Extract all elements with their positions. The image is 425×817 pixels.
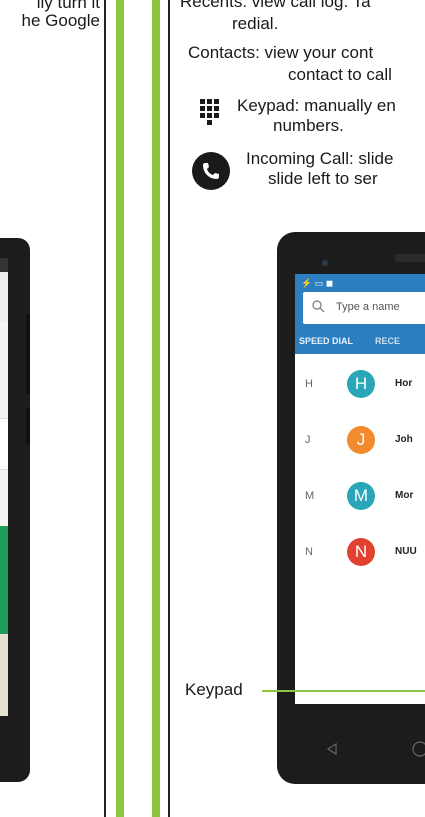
avatar: N (347, 538, 375, 566)
keypad-line2: numbers. (273, 116, 344, 135)
home-nav-icon[interactable] (411, 740, 425, 758)
section-letter: N (305, 546, 313, 558)
recents-line2: redial. (232, 14, 279, 33)
status-icons: ⚡ ▭ ◼ (301, 278, 334, 288)
contact-row-n[interactable]: N N NUU (295, 534, 425, 570)
avatar: H (347, 370, 375, 398)
left-phone-screen: 30 (0, 258, 8, 716)
contact-name: NUU (395, 546, 417, 557)
phone-handset-icon (192, 152, 230, 190)
keypad-callout-label: Keypad (185, 680, 243, 699)
section-letter: H (305, 378, 313, 390)
section-letter: J (305, 434, 311, 446)
green-divider-left (116, 0, 124, 817)
left-column: ily turn it he Google 30 (0, 0, 106, 817)
keypad-callout-line (262, 690, 425, 692)
keypad-line1: Keypad: manually en (237, 96, 396, 115)
dialer-header: ⚡ ▭ ◼ Type a name SPEED DIAL RECE (295, 274, 425, 354)
search-placeholder: Type a name (336, 301, 400, 313)
section-letter: M (305, 490, 315, 502)
search-icon (311, 299, 325, 313)
dialer-phone-image: ⚡ ▭ ◼ Type a name SPEED DIAL RECE H H Ho… (277, 232, 425, 784)
contact-name: Joh (395, 434, 413, 445)
recents-line1: Recents: view call log. Ta (180, 0, 371, 11)
front-camera (322, 260, 328, 266)
incoming-line2: slide left to ser (268, 169, 378, 188)
search-box[interactable]: Type a name (303, 292, 425, 324)
contact-row-h[interactable]: H H Hor (295, 366, 425, 402)
tab-recents[interactable]: RECE (375, 336, 400, 346)
green-divider-right (152, 0, 160, 817)
keypad-icon (198, 97, 222, 127)
incoming-line1: Incoming Call: slide (246, 149, 394, 168)
left-phone-green-card (0, 526, 8, 634)
left-phone-image: 30 (0, 238, 30, 782)
avatar: M (347, 482, 375, 510)
contact-row-m[interactable]: M M Mor (295, 478, 425, 514)
contact-name: Mor (395, 490, 414, 501)
left-instruction-text: ily turn it he Google (0, 0, 100, 30)
contact-row-j[interactable]: J J Joh (295, 422, 425, 458)
dialer-screen: ⚡ ▭ ◼ Type a name SPEED DIAL RECE H H Ho… (295, 274, 425, 704)
left-divider (104, 0, 106, 817)
contacts-line1: Contacts: view your cont (188, 43, 374, 62)
right-column: Recents: view call log. Ta redial. Conta… (170, 0, 425, 817)
tab-speed-dial[interactable]: SPEED DIAL (299, 336, 353, 346)
contact-name: Hor (395, 378, 413, 389)
left-text-line2: he Google (21, 11, 100, 30)
contacts-line2: contact to call (288, 65, 392, 84)
back-nav-icon[interactable] (325, 742, 339, 756)
earpiece (395, 254, 425, 262)
avatar: J (347, 426, 375, 454)
